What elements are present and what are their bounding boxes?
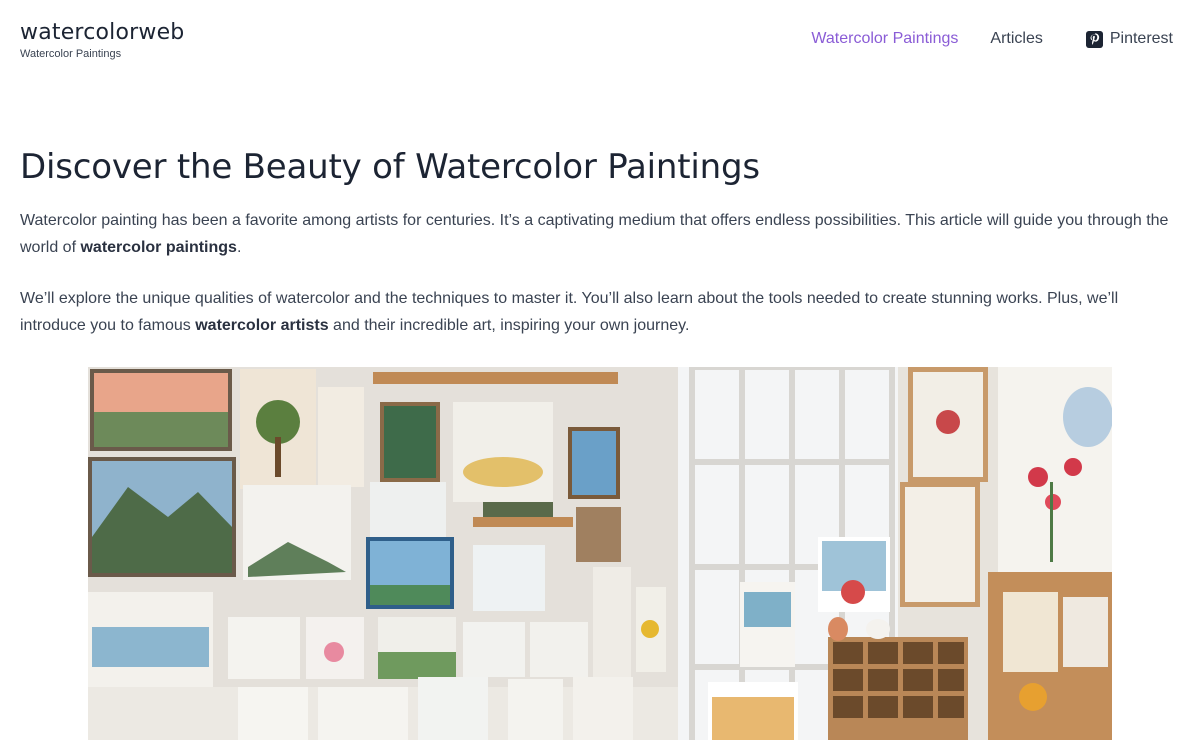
- intro-keyword: watercolor paintings: [80, 239, 237, 256]
- overview-text-end: and their incredible art, inspiring your…: [328, 317, 690, 334]
- brand: watercolorweb Watercolor Paintings: [20, 20, 184, 60]
- watercolor-studio-illustration: [88, 367, 1112, 740]
- overview-keyword: watercolor artists: [195, 317, 329, 334]
- article-main: Discover the Beauty of Watercolor Painti…: [20, 145, 1180, 339]
- nav-item-watercolor-paintings[interactable]: Watercolor Paintings: [811, 30, 958, 48]
- intro-text-end: .: [236, 239, 242, 256]
- intro-paragraph: Watercolor painting has been a favorite …: [20, 207, 1180, 261]
- hero-image: [88, 367, 1112, 740]
- nav-item-articles[interactable]: Articles: [990, 30, 1042, 48]
- site-tagline: Watercolor Paintings: [20, 48, 122, 60]
- overview-paragraph: We’ll explore the unique qualities of wa…: [20, 285, 1180, 339]
- nav-item-label: Watercolor Paintings: [811, 30, 959, 47]
- nav-item-label: Articles: [990, 30, 1043, 47]
- site-header: watercolorweb Watercolor Paintings Water…: [0, 0, 1200, 90]
- page-title: Discover the Beauty of Watercolor Painti…: [20, 147, 760, 187]
- pinterest-icon: [1085, 30, 1103, 48]
- nav-item-label: Pinterest: [1109, 30, 1173, 47]
- site-title-link[interactable]: watercolorweb: [20, 20, 184, 46]
- nav-item-pinterest[interactable]: Pinterest: [1085, 30, 1173, 48]
- main-nav: Watercolor Paintings Articles Pinterest: [811, 30, 1173, 48]
